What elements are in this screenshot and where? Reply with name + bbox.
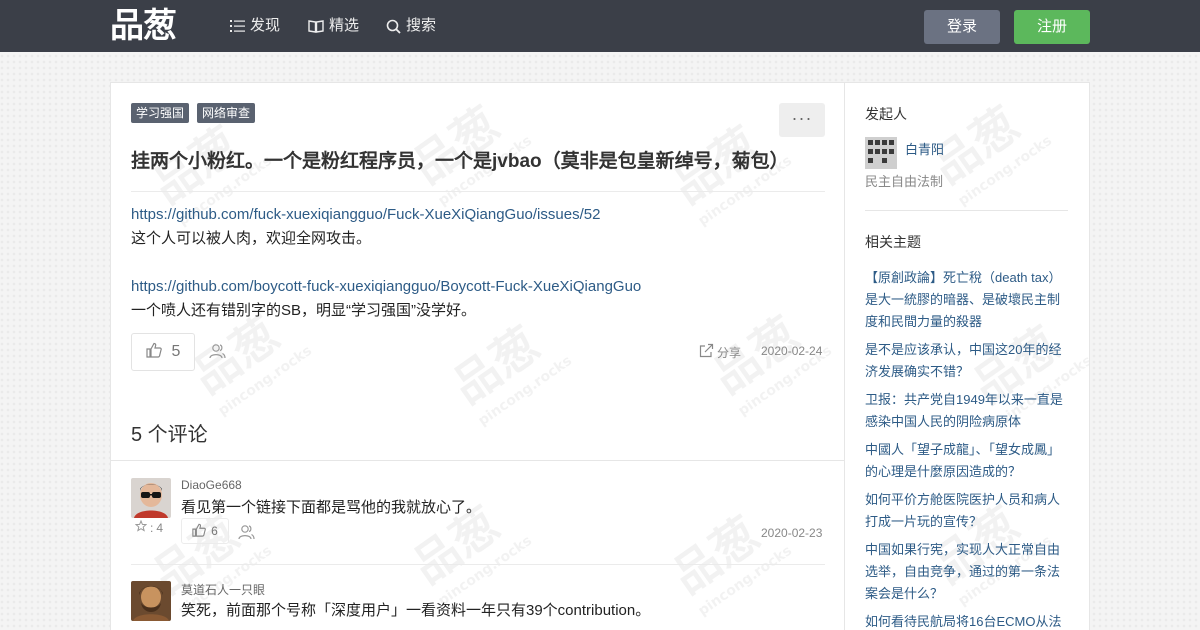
sidebar-divider	[865, 210, 1068, 211]
post-link[interactable]: https://github.com/fuck-xuexiqiangguo/Fu…	[131, 203, 825, 227]
nav-search[interactable]: 搜索	[386, 0, 436, 52]
starter-heading: 发起人	[865, 106, 907, 122]
login-button[interactable]: 登录	[924, 10, 1000, 44]
reputation-separator: :	[150, 520, 154, 535]
reputation: : 4	[134, 519, 164, 535]
register-button[interactable]: 注册	[1014, 10, 1090, 44]
post-body: https://github.com/fuck-xuexiqiangguo/Fu…	[131, 203, 825, 323]
search-icon	[386, 19, 401, 34]
starter-name[interactable]: 白青阳	[905, 139, 944, 158]
comment-item: 莫道石人一只眼 笑死，前面那个号称「深度用户」一看资料一年只有39个contri…	[131, 581, 825, 630]
related-topic-link[interactable]: 【原創政論】死亡稅（death tax）是大一統膠的暗器、是破壞民主制度和民間力…	[865, 267, 1068, 333]
sidebar: 发起人 白青阳 民主自由法制 相关主题 【原創政論】死亡稅（death tax）…	[845, 83, 1089, 630]
reputation-icon	[134, 519, 148, 535]
related-topic-link[interactable]: 卫报：共产党自1949年以来一直是感染中国人民的阴险病原体	[865, 389, 1068, 433]
related-topics-list: 【原創政論】死亡稅（death tax）是大一統膠的暗器、是破壞民主制度和民間力…	[865, 267, 1068, 630]
list-icon	[230, 19, 245, 33]
site-logo[interactable]: 品葱	[110, 6, 177, 46]
thumbs-up-icon	[192, 523, 207, 540]
top-navbar: 品葱 发现 精选 搜索 登录 注册	[0, 0, 1200, 52]
related-topic-link[interactable]: 中國人「望子成龍」、「望女成鳳」的心理是什麼原因造成的？	[865, 439, 1068, 483]
users-icon[interactable]	[238, 524, 255, 545]
comment-text: 笑死，前面那个号称「深度用户」一看资料一年只有39个contribution。	[181, 602, 651, 619]
comment-like-count: 6	[211, 524, 218, 538]
post-date: 2020-02-24	[761, 344, 823, 358]
comment-date: 2020-02-23	[761, 526, 823, 540]
nav-featured[interactable]: 精选	[308, 0, 359, 52]
book-icon	[308, 19, 324, 33]
nav-discover[interactable]: 发现	[230, 0, 280, 52]
comment-like-button[interactable]: 6	[181, 518, 229, 544]
post-text: 这个人可以被人肉，欢迎全网攻击。	[131, 230, 372, 247]
topic-tag[interactable]: 网络审查	[197, 103, 256, 123]
thumbs-up-icon	[145, 342, 162, 363]
nav-discover-label: 发现	[250, 17, 281, 34]
nav-featured-label: 精选	[329, 17, 360, 34]
like-count: 5	[171, 343, 181, 360]
like-button[interactable]: 5	[131, 333, 195, 371]
comment-username[interactable]: 莫道石人一只眼	[181, 581, 265, 598]
related-topic-link[interactable]: 是不是应该承认，中国这20年的经济发展确实不错？	[865, 339, 1068, 383]
starter-tagline: 民主自由法制	[865, 174, 944, 189]
post-text: 一个喷人还有错别字的SB，明显“学习强国”没学好。	[131, 302, 477, 319]
related-topic-link[interactable]: 如何平价方舱医院医护人员和病人打成一片玩的宣传？	[865, 489, 1068, 533]
comment-item: DiaoGe668 看见第一个链接下面都是骂他的我就放心了。 : 4 6 202…	[131, 478, 825, 548]
post-link[interactable]: https://github.com/boycott-fuck-xuexiqia…	[131, 275, 825, 299]
topic-tags: 学习强国 网络审查	[131, 103, 256, 123]
question-card: 品葱 pincong.rocks 品葱 pincong.rocks 品葱 pincon…	[110, 82, 1090, 630]
comment-text: 看见第一个链接下面都是骂他的我就放心了。	[181, 499, 482, 516]
share-label: 分享	[717, 345, 742, 360]
users-icon[interactable]	[209, 343, 226, 364]
avatar[interactable]	[131, 581, 171, 621]
share-icon	[699, 343, 714, 361]
topic-tag[interactable]: 学习强国	[131, 103, 190, 123]
comment-username[interactable]: DiaoGe668	[181, 478, 242, 492]
share-button[interactable]: 分享	[699, 343, 741, 361]
title-divider	[131, 191, 825, 192]
comment-divider	[131, 564, 825, 565]
avatar[interactable]	[131, 478, 171, 518]
more-options-button[interactable]: ···	[779, 103, 825, 137]
main-column: 学习强国 网络审查 ··· 挂两个小粉红。一个是粉红程序员，一个是jvbao（莫…	[111, 83, 845, 630]
reputation-value: 4	[156, 520, 164, 535]
comment-count-heading: 5 个评论	[131, 424, 208, 446]
related-topic-link[interactable]: 如何看待民航局将16台ECMO从法	[865, 611, 1068, 630]
starter-avatar[interactable]	[865, 137, 897, 169]
post-title: 挂两个小粉红。一个是粉红程序员，一个是jvbao（莫非是包皇新绰号，菊包）	[131, 151, 789, 172]
nav-search-label: 搜索	[406, 17, 437, 34]
related-topic-link[interactable]: 中国如果行宪，实现人大正常自由选举，自由竞争，通过的第一条法案会是什么？	[865, 539, 1068, 605]
related-heading: 相关主题	[865, 234, 921, 250]
comments-divider	[111, 460, 845, 461]
